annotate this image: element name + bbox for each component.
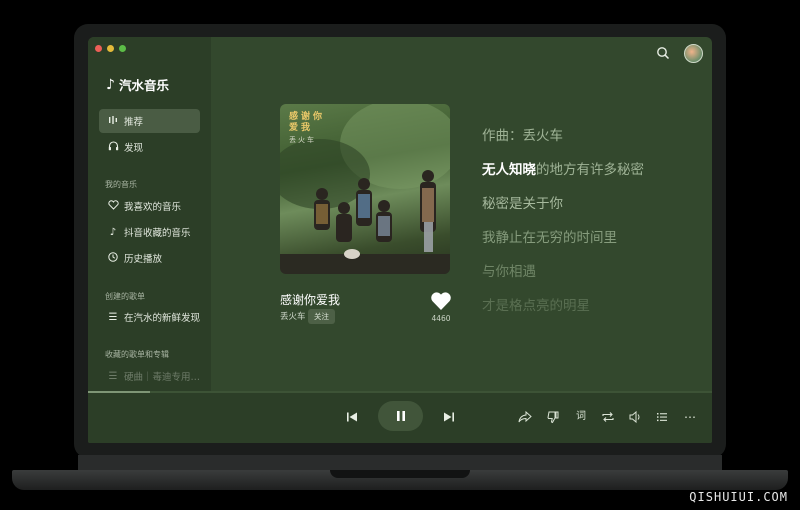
- app-window: ♪ 汽水音乐 推荐 发现 我的音乐 我喜欢的音乐 ♪ 抖音收藏的音乐 历史播放 …: [88, 37, 712, 443]
- douyin-icon: ♪: [109, 226, 117, 238]
- sidebar-item-label: 硬曲｜毒迪专用…: [124, 372, 201, 383]
- repeat-icon[interactable]: [601, 410, 615, 424]
- app-name: 汽水音乐: [118, 78, 169, 93]
- sidebar-item-recommend[interactable]: 推荐: [99, 109, 200, 133]
- sidebar: ♪ 汽水音乐 推荐 发现 我的音乐 我喜欢的音乐 ♪ 抖音收藏的音乐 历史播放 …: [88, 37, 211, 391]
- section-collected: 收藏的歌单和专辑: [105, 350, 169, 359]
- lyric-current-line: 无人知晓的地方有许多秘密: [482, 158, 644, 178]
- pause-button[interactable]: [378, 401, 423, 431]
- lyric-line: 才是格点亮的明星: [482, 298, 590, 314]
- playlist-icon[interactable]: [655, 410, 669, 424]
- clock-icon: [107, 251, 119, 265]
- sidebar-item-label: 我喜欢的音乐: [124, 202, 182, 213]
- lyric-unsung-part: 的地方有许多秘密: [536, 162, 644, 178]
- sidebar-item-liked[interactable]: 我喜欢的音乐: [99, 194, 200, 218]
- pause-icon: [396, 411, 405, 421]
- sidebar-item-discover[interactable]: 发现: [99, 135, 200, 159]
- sidebar-item-label: 推荐: [124, 117, 144, 128]
- more-options-icon[interactable]: ⋯: [683, 410, 697, 424]
- headphones-icon: [107, 140, 119, 154]
- share-icon[interactable]: [518, 410, 532, 424]
- lyric-line: 与你相遇: [482, 264, 536, 280]
- artist-name[interactable]: 丢火车: [280, 310, 306, 322]
- lyric-line: 秘密是关于你: [482, 196, 563, 212]
- heart-icon: [107, 199, 119, 213]
- lyric-sung-part: 无人知晓: [482, 162, 536, 178]
- lyric-line: 我静止在无穷的时间里: [482, 230, 617, 246]
- sidebar-item-label: 历史播放: [124, 254, 163, 265]
- previous-track-icon[interactable]: [346, 411, 358, 423]
- section-created-playlists: 创建的歌单: [105, 292, 145, 301]
- watermark: QISHUIUI.COM: [689, 490, 788, 504]
- sidebar-item-label: 在汽水的新鲜发现: [124, 313, 201, 324]
- sidebar-item-douyin[interactable]: ♪ 抖音收藏的音乐: [99, 220, 200, 244]
- volume-icon[interactable]: [628, 410, 642, 424]
- maximize-window-button[interactable]: [119, 45, 126, 52]
- list-icon: ☰: [108, 311, 118, 323]
- section-my-music: 我的音乐: [105, 180, 137, 189]
- cover-title: 感谢你爱我: [289, 112, 326, 133]
- lyric-composer: 作曲：丢火车: [482, 128, 563, 144]
- laptop-hinge: [78, 455, 722, 471]
- sidebar-item-label: 发现: [124, 143, 144, 154]
- note-icon: ♪: [106, 76, 115, 93]
- list-icon: ☰: [108, 370, 118, 382]
- cover-artist: 丢火车: [289, 136, 316, 144]
- close-window-button[interactable]: [95, 45, 102, 52]
- follow-button[interactable]: 关注: [308, 309, 335, 324]
- sidebar-item-collected-playlist[interactable]: ☰ 硬曲｜毒迪专用…: [99, 364, 201, 388]
- avatar[interactable]: [684, 44, 703, 63]
- laptop-notch: [330, 470, 470, 478]
- sidebar-item-label: 抖音收藏的音乐: [124, 228, 191, 239]
- sidebar-item-playlist[interactable]: ☰ 在汽水的新鲜发现: [99, 305, 201, 329]
- minimize-window-button[interactable]: [107, 45, 114, 52]
- album-cover[interactable]: 感谢你爱我 丢火车: [280, 104, 450, 274]
- like-heart-icon[interactable]: [430, 291, 452, 311]
- song-title: 感谢你爱我: [280, 293, 341, 307]
- recommend-icon: [107, 115, 119, 128]
- next-track-icon[interactable]: [443, 411, 455, 423]
- window-controls: [95, 45, 126, 52]
- search-icon[interactable]: [656, 46, 670, 60]
- app-logo: ♪ 汽水音乐: [106, 75, 169, 94]
- lyrics-icon[interactable]: 词: [574, 410, 588, 424]
- like-count: 4460: [431, 314, 451, 323]
- dislike-icon[interactable]: [546, 410, 560, 424]
- sidebar-item-history[interactable]: 历史播放: [99, 246, 200, 270]
